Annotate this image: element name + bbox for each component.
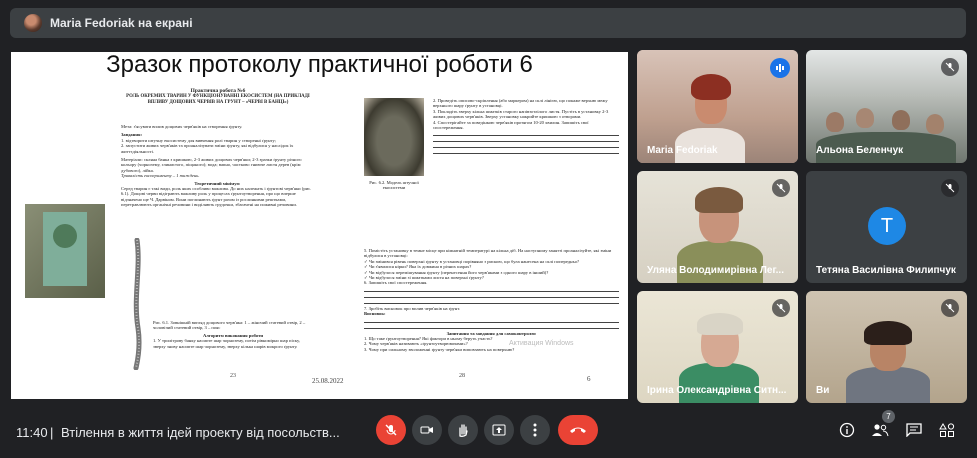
mic-off-icon <box>385 424 397 436</box>
people-count-badge: 7 <box>882 410 895 423</box>
activities-icon <box>939 423 955 437</box>
participant-name: Ірина Олександрівна Ситн... <box>647 385 787 396</box>
participant-name: Уляна Володимирівна Лег... <box>647 265 784 276</box>
slide-title: Зразок протоколу практичної роботи 6 <box>106 52 533 78</box>
participant-tile-5[interactable]: Ірина Олександрівна Ситн... <box>637 291 798 403</box>
camera-toggle-button[interactable] <box>412 415 442 445</box>
participant-initial-avatar: T <box>868 207 906 245</box>
present-screen-icon <box>492 424 506 436</box>
participant-name: Ви <box>816 385 830 396</box>
mic-off-icon <box>941 299 959 317</box>
presenter-avatar <box>24 14 42 32</box>
fig-6-1-caption: Рис. 6.1. Зовнішній вигляд дощового черв… <box>153 320 306 331</box>
check-4-text: Чи відбулося зміни зі шматками листя на … <box>369 275 484 281</box>
participant-tile-1[interactable]: Maria Fedoriak <box>637 50 798 163</box>
info-icon <box>839 422 855 438</box>
video-icon <box>420 426 433 434</box>
windows-watermark: Активация Windows <box>509 340 574 347</box>
check-1-text: Чи змінився рівень поверхні ґрунту в уст… <box>369 258 580 264</box>
page-number-right: 6 <box>587 375 591 383</box>
mic-off-icon <box>941 179 959 197</box>
steps-top: 2. Проведіть описово-скріплення (або мар… <box>433 98 619 155</box>
question-3: 3. Чому при сильному зволоженні ґрунту ч… <box>364 346 515 352</box>
participant-name: Maria Fedoriak <box>647 145 718 156</box>
fig-caption-left: Рис. 6.1. Зовнішній вигляд дощового черв… <box>153 320 313 349</box>
doc-body: Мета: з'ясувати вплив дощових черв'яків … <box>121 124 313 208</box>
page-number-left: 23 <box>230 373 236 379</box>
shared-screen: Зразок протоколу практичної роботи 6 Пра… <box>11 52 628 399</box>
mic-toggle-button[interactable] <box>376 415 406 445</box>
hand-icon <box>459 424 468 437</box>
participant-tile-2[interactable]: Альона Беленчук <box>806 50 967 163</box>
step-5: 5. Помістіть установку в темне місце при… <box>364 248 612 259</box>
chat-button[interactable] <box>904 420 924 440</box>
step-3: 3. Покладіть зверху кілька шматків старо… <box>433 108 609 120</box>
participant-tile-6[interactable]: Ви <box>806 291 967 403</box>
people-button[interactable] <box>870 420 890 440</box>
mic-off-icon <box>772 299 790 317</box>
participant-tile-4[interactable]: T Тетяна Василівна Филипчук <box>806 171 967 283</box>
clock: 11:40 <box>16 425 48 440</box>
speaking-indicator <box>770 58 790 78</box>
goal-text: Мета: з'ясувати вплив дощових черв'яків … <box>121 124 243 129</box>
worm-illustration <box>133 238 142 370</box>
fig-6-2-caption: Рис. 6.2. Модель штучної екосистеми <box>369 180 419 191</box>
more-options-button[interactable] <box>520 415 550 445</box>
check-3-text: Чи відбулося перемішування ґрунту (перен… <box>369 269 549 275</box>
meeting-name: Втілення в життя ідей проекту від посоль… <box>61 425 340 440</box>
presenter-label: Maria Fedoriak на екрані <box>50 16 193 30</box>
mic-off-icon <box>772 179 790 197</box>
presentation-bar: Maria Fedoriak на екрані <box>10 8 966 38</box>
phone-hangup-icon <box>570 427 586 433</box>
steps-bottom: 5. Помістіть установку в темне місце при… <box>364 248 619 352</box>
doc-subheading: РОЛЬ ОКРЕМИХ ТВАРИН У ФУНКЦІОНУВАННІ ЕКО… <box>126 94 310 105</box>
chat-icon <box>906 423 922 437</box>
activities-button[interactable] <box>937 420 957 440</box>
participant-name: Тетяна Василівна Филипчук <box>816 265 956 276</box>
materials-text: Матеріали: скляна банка з кришкою, 2-3 ж… <box>121 157 302 173</box>
more-vert-icon <box>533 423 537 437</box>
leave-call-button[interactable] <box>558 415 598 445</box>
participant-name: Альона Беленчук <box>816 145 904 156</box>
control-bar: 11:40 | Втілення в життя ідей проекту ві… <box>0 410 977 458</box>
left-page: Практична робота №6 РОЛЬ ОКРЕМИХ ТВАРИН … <box>25 88 344 390</box>
participant-tile-3[interactable]: Уляна Володимирівна Лег... <box>637 171 798 283</box>
raise-hand-button[interactable] <box>448 415 478 445</box>
theory-text: Серед тварин є такі види, роль яких особ… <box>121 186 312 208</box>
mic-off-icon <box>941 58 959 76</box>
people-icon <box>872 424 889 437</box>
book-photo <box>25 204 105 298</box>
meeting-details-button[interactable] <box>837 420 857 440</box>
step-4: 4. Спостерігайте за поведінкою черв'яків… <box>433 119 589 131</box>
jar-photo <box>364 98 424 176</box>
step-2: 2. Проведіть описово-скріплення (або мар… <box>433 98 608 109</box>
present-button[interactable] <box>484 415 514 445</box>
task-2: 2. запустити живих черв'яків та проаналі… <box>121 143 294 154</box>
page-number-right-left: 28 <box>459 373 465 379</box>
separator: | <box>50 425 54 440</box>
right-page: Рис. 6.2. Модель штучної екосистеми 2. П… <box>329 88 619 390</box>
algorithm-text: 1. У трилітрову банку насипте шар чорноз… <box>153 338 300 349</box>
check-2-text: Чи з'явилися нірки? Яка їх довжина в різ… <box>369 264 472 270</box>
duration-text: Тривалість експерименту – 1 тиждень. <box>121 173 200 179</box>
